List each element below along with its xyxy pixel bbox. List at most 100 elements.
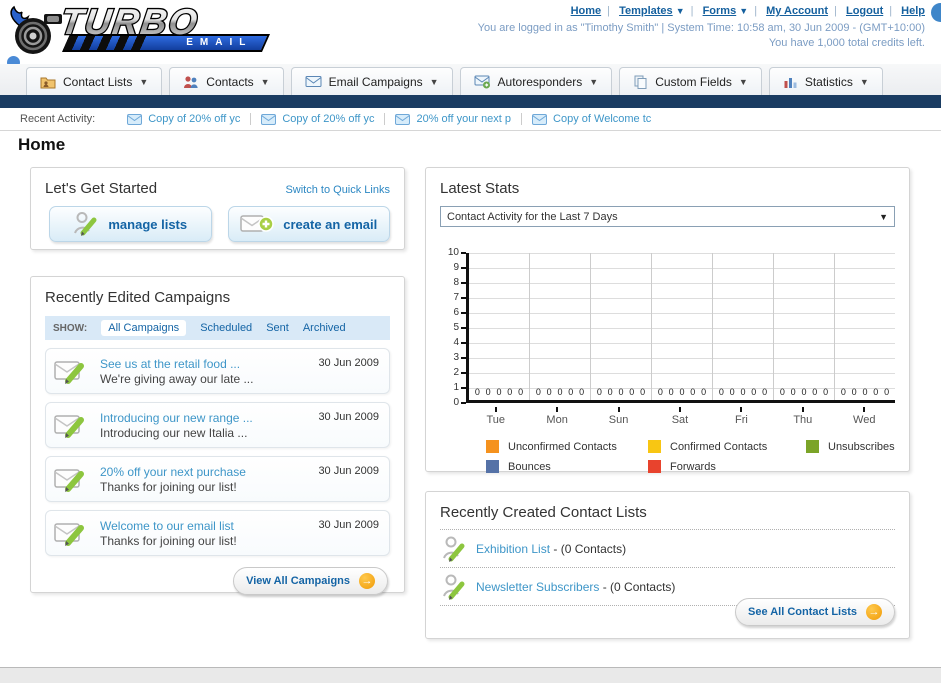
tab-autoresponders[interactable]: Autoresponders▼ xyxy=(460,67,613,95)
bar-value-label: 0 xyxy=(658,388,663,397)
page-title: Home xyxy=(18,135,941,155)
nav-link-logout[interactable]: Logout xyxy=(846,5,883,17)
y-axis-tick-label: 0 xyxy=(453,397,466,408)
latest-stats-panel: Latest Stats Contact Activity for the La… xyxy=(425,167,910,472)
main-tab-bar: Contact Lists▼ Contacts▼ Email Campaigns… xyxy=(0,64,941,95)
chevron-down-icon[interactable]: ▼ xyxy=(676,6,685,16)
y-axis-tick-label: 8 xyxy=(453,277,466,288)
show-label: SHOW: xyxy=(53,323,87,334)
small-envelope-icon xyxy=(532,114,547,125)
chevron-down-icon: ▼ xyxy=(860,77,869,87)
tab-label: Autoresponders xyxy=(498,75,583,89)
bar-value-label: 0 xyxy=(507,388,512,397)
switch-to-quick-links[interactable]: Switch to Quick Links xyxy=(285,184,390,196)
corner-circle-decoration xyxy=(931,3,941,22)
bar-value-label: 0 xyxy=(568,388,573,397)
bar-value-label: 0 xyxy=(740,388,745,397)
recent-activity-item[interactable]: Copy of Welcome tc xyxy=(522,113,661,125)
campaign-list: See us at the retail food ...We're givin… xyxy=(45,348,390,556)
bar-value-label: 0 xyxy=(701,388,706,397)
chevron-down-icon: ▼ xyxy=(430,77,439,87)
bar-value-label: 0 xyxy=(679,388,684,397)
campaign-item[interactable]: See us at the retail food ...We're givin… xyxy=(45,348,390,394)
bar-value-label: 0 xyxy=(791,388,796,397)
campaign-subtitle: Thanks for joining our list! xyxy=(100,534,318,549)
turbo-email-app: EMAIL TURBO Home| Templates ▼| Forms ▼| … xyxy=(0,0,941,683)
tab-contacts[interactable]: Contacts▼ xyxy=(169,67,283,95)
campaign-subtitle: Thanks for joining our list! xyxy=(100,480,318,495)
legend-item: Unconfirmed Contacts xyxy=(486,440,648,453)
campaign-item[interactable]: Welcome to our email listThanks for join… xyxy=(45,510,390,556)
tab-contact-lists[interactable]: Contact Lists▼ xyxy=(26,67,162,95)
x-axis-tick-label: Sat xyxy=(649,407,710,426)
contacts-people-icon xyxy=(183,75,199,89)
bar-value-label: 0 xyxy=(730,388,735,397)
chart-day-group: 00000 xyxy=(591,253,652,400)
legend-swatch xyxy=(486,460,499,473)
nav-link-forms[interactable]: Forms xyxy=(703,5,737,17)
bar-value-label: 0 xyxy=(475,388,480,397)
tab-statistics[interactable]: Statistics ▼ xyxy=(769,67,883,95)
filter-sent[interactable]: Sent xyxy=(266,322,289,334)
contact-list-item[interactable]: Exhibition List - (0 Contacts) xyxy=(440,530,895,567)
campaign-title-link[interactable]: Welcome to our email list xyxy=(100,519,234,533)
stats-period-dropdown[interactable]: Contact Activity for the Last 7 Days ▼ xyxy=(440,206,895,227)
person-pencil-icon xyxy=(442,535,466,563)
filter-archived[interactable]: Archived xyxy=(303,322,346,334)
legend-swatch xyxy=(806,440,819,453)
campaign-filter-bar: SHOW: All Campaigns Scheduled Sent Archi… xyxy=(45,316,390,340)
chevron-down-icon: ▼ xyxy=(139,77,148,87)
y-axis-tick-label: 7 xyxy=(453,292,466,303)
manage-lists-button[interactable]: manage lists xyxy=(49,206,212,242)
filter-all-campaigns[interactable]: All Campaigns xyxy=(101,320,186,336)
nav-link-templates[interactable]: Templates xyxy=(619,5,673,17)
bar-value-label: 0 xyxy=(579,388,584,397)
campaign-subtitle: Introducing our new Italia ... xyxy=(100,426,318,441)
bar-value-label: 0 xyxy=(618,388,623,397)
recent-activity-item[interactable]: Copy of 20% off yc xyxy=(117,113,251,125)
tab-custom-fields[interactable]: Custom Fields▼ xyxy=(619,67,762,95)
create-an-email-button[interactable]: create an email xyxy=(228,206,391,242)
chart-day-group: 00000 xyxy=(774,253,835,400)
turbo-email-logo: EMAIL TURBO xyxy=(6,2,276,62)
recent-activity-item[interactable]: 20% off your next p xyxy=(385,113,522,125)
campaign-title-link[interactable]: Introducing our new range ... xyxy=(100,411,253,425)
y-axis-tick-label: 1 xyxy=(453,382,466,393)
contact-lists-title: Recently Created Contact Lists xyxy=(440,504,647,521)
campaign-item[interactable]: Introducing our new range ...Introducing… xyxy=(45,402,390,448)
campaign-title-link[interactable]: 20% off your next purchase xyxy=(100,465,246,479)
bar-value-label: 0 xyxy=(669,388,674,397)
chevron-down-icon[interactable]: ▼ xyxy=(739,6,748,16)
nav-link-help[interactable]: Help xyxy=(901,5,925,17)
bar-value-label: 0 xyxy=(608,388,613,397)
y-axis-tick-label: 5 xyxy=(453,322,466,333)
y-axis-tick-label: 9 xyxy=(453,262,466,273)
tab-email-campaigns[interactable]: Email Campaigns ▼ xyxy=(291,67,453,95)
bar-value-label: 0 xyxy=(801,388,806,397)
legend-swatch xyxy=(486,440,499,453)
filter-scheduled[interactable]: Scheduled xyxy=(200,322,252,334)
autoresponder-envelope-icon xyxy=(474,75,491,89)
logo-turbo-text: TURBO xyxy=(54,0,269,46)
view-all-campaigns-button[interactable]: View All Campaigns → xyxy=(233,567,388,595)
bar-value-label: 0 xyxy=(852,388,857,397)
bar-value-label: 0 xyxy=(629,388,634,397)
nav-link-my-account[interactable]: My Account xyxy=(766,5,828,17)
nav-link-home[interactable]: Home xyxy=(571,5,602,17)
recent-activity-item[interactable]: Copy of 20% off yc xyxy=(251,113,385,125)
bar-value-label: 0 xyxy=(780,388,785,397)
campaign-subtitle: We're giving away our late ... xyxy=(100,372,318,387)
legend-item: Unsubscribes xyxy=(806,440,895,453)
tab-label: Statistics xyxy=(805,75,853,89)
campaign-item[interactable]: 20% off your next purchaseThanks for joi… xyxy=(45,456,390,502)
y-axis-tick-label: 2 xyxy=(453,367,466,378)
tab-label: Email Campaigns xyxy=(329,75,423,89)
see-all-contact-lists-button[interactable]: See All Contact Lists → xyxy=(735,598,895,626)
x-axis-tick-label: Tue xyxy=(465,407,526,426)
envelope-pencil-icon xyxy=(54,519,90,547)
orange-arrow-icon: → xyxy=(359,573,375,589)
bar-value-label: 0 xyxy=(812,388,817,397)
chart-legend: Unconfirmed ContactsConfirmed ContactsUn… xyxy=(486,440,895,473)
bar-value-label: 0 xyxy=(823,388,828,397)
campaign-title-link[interactable]: See us at the retail food ... xyxy=(100,357,240,371)
